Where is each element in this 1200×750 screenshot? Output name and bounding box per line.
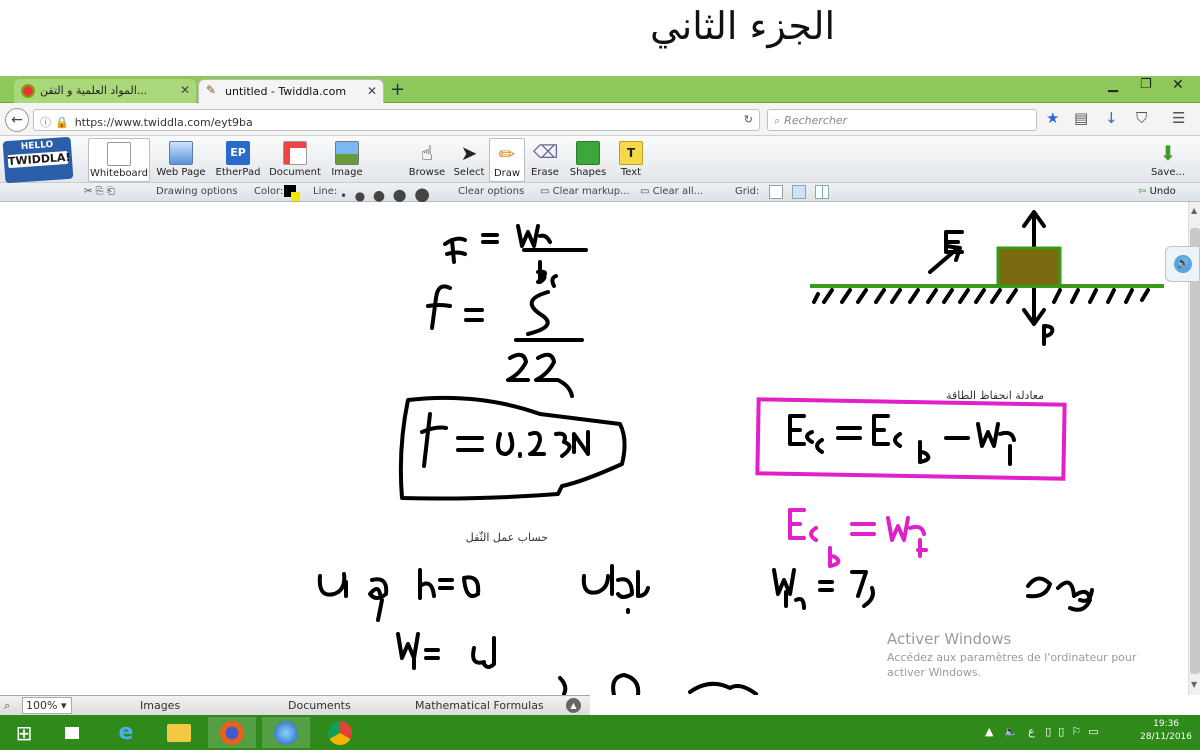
energy-equation-box	[755, 397, 1067, 481]
clock[interactable]: 19:36 28/11/2016	[1140, 718, 1192, 744]
ie-icon[interactable]: e	[102, 717, 150, 748]
block-shape	[996, 246, 1062, 288]
search-input[interactable]: ⌕ Rechercher	[767, 109, 1037, 131]
windows-taskbar: ⊞ e ▲ 🔈 ع ▯ ▯ ⚐ ▭ 19:36 28/11/2016	[0, 715, 1200, 750]
lock-icon: 🔒	[55, 116, 69, 129]
info-icon: ⓘ	[40, 116, 51, 129]
speaker-icon: 🔊	[1174, 255, 1192, 273]
reload-icon[interactable]: ↻	[744, 113, 753, 126]
reading-list-icon[interactable]: ▤	[1074, 109, 1088, 127]
color-label: Color:	[254, 186, 284, 197]
twiddla-logo[interactable]: HELLO TWIDDLA!	[2, 136, 74, 184]
grid-large-option[interactable]	[815, 185, 829, 199]
image-icon	[335, 141, 359, 165]
cursor-icon: ➤	[460, 141, 478, 165]
download-icon[interactable]: ↓	[1105, 109, 1118, 127]
clock-date: 28/11/2016	[1140, 732, 1192, 742]
text-icon: T	[619, 141, 643, 165]
clear-options-label: Clear options	[458, 186, 525, 197]
close-window-button[interactable]: ✕	[1172, 77, 1184, 93]
browser-tab-bar: المواد العلمية و التقن... ✕ ✎ untitled -…	[0, 76, 1200, 103]
url-text: https://www.twiddla.com/eyt9ba	[74, 116, 253, 129]
store-icon[interactable]	[48, 717, 96, 748]
gravity-work-label: حساب عمل الثّقل	[466, 530, 548, 544]
tab-label: المواد العلمية و التقن...	[40, 84, 148, 97]
scroll-down-icon: ▼	[1191, 680, 1198, 689]
clear-markup-button[interactable]: ▭ Clear markup...	[540, 186, 630, 197]
tray-icons[interactable]: ▲ 🔈 ع ▯ ▯ ⚐ ▭	[985, 725, 1099, 738]
tool-text[interactable]: T Text	[603, 138, 659, 182]
eraser-icon: ⌫	[533, 142, 559, 163]
magenta-ink-strokes	[788, 508, 928, 568]
bookmark-star-icon[interactable]: ★	[1046, 109, 1059, 127]
whiteboard-icon	[107, 142, 131, 166]
pencil-icon: ✏	[498, 142, 516, 166]
globe-icon[interactable]	[262, 717, 310, 748]
tab-arabic-site[interactable]: المواد العلمية و التقن... ✕	[14, 79, 196, 103]
top-caption-area: الجزء الثاني	[0, 0, 1200, 76]
tool-web-page[interactable]: Web Page	[153, 138, 209, 182]
save-icon: ⬇	[1159, 141, 1177, 165]
site-favicon-icon	[21, 84, 35, 98]
search-icon: ⌕	[774, 114, 781, 127]
scroll-up-icon: ▲	[1191, 206, 1198, 215]
clear-all-button[interactable]: ▭ Clear all...	[640, 186, 703, 197]
whiteboard-canvas[interactable]: معادلة انحفاظ الطاقة حساب عمل الثّقل	[0, 202, 1188, 695]
webpage-icon	[169, 141, 193, 165]
back-button[interactable]: ←	[5, 108, 29, 132]
tab-label: untitled - Twiddla.com	[225, 85, 347, 98]
new-tab-button[interactable]: +	[390, 79, 405, 100]
tool-save[interactable]: ⬇ Save...	[1140, 138, 1196, 182]
zoom-select[interactable]: 100% ▾	[22, 697, 72, 714]
tab-documents[interactable]: Documents	[288, 699, 351, 712]
handwritten-heading: الجزء الثاني	[650, 4, 836, 48]
undo-icon: ⇦	[1138, 186, 1147, 197]
secondary-color-swatch[interactable]	[291, 192, 300, 201]
grid-label: Grid:	[735, 186, 760, 197]
tab-mathematical-formulas[interactable]: Mathematical Formulas	[415, 699, 544, 712]
document-icon	[283, 141, 307, 165]
tool-etherpad[interactable]: EP EtherPad	[210, 138, 266, 182]
scroll-thumb[interactable]	[1190, 228, 1200, 674]
feather-icon: ✎	[206, 83, 217, 97]
drawing-options-label: Drawing options	[156, 186, 238, 197]
tab-images[interactable]: Images	[140, 699, 180, 712]
energy-equation-ink	[788, 414, 1016, 466]
audio-button[interactable]: 🔊	[1165, 246, 1200, 282]
firefox-icon[interactable]	[208, 717, 256, 748]
restore-button[interactable]: ❐	[1140, 77, 1152, 92]
etherpad-icon: EP	[226, 141, 250, 165]
menu-icon[interactable]: ☰	[1172, 109, 1185, 127]
twiddla-toolbar: HELLO TWIDDLA! Whiteboard Web Page EP Et…	[0, 136, 1200, 184]
grid-none-option[interactable]	[769, 185, 783, 199]
collapse-panel-icon[interactable]: ▲	[566, 698, 581, 713]
tool-document[interactable]: Document	[267, 138, 323, 182]
minimize-button[interactable]: ▁	[1108, 78, 1118, 93]
tool-whiteboard[interactable]: Whiteboard	[88, 138, 150, 182]
clock-time: 19:36	[1153, 719, 1180, 729]
tab-twiddla[interactable]: ✎ untitled - Twiddla.com ✕	[198, 79, 384, 103]
grid-small-option[interactable]	[792, 185, 806, 199]
chrome-icon[interactable]	[316, 717, 364, 748]
navigation-bar: ← ⓘ 🔒 https://www.twiddla.com/eyt9ba ↻ ⌕ Re…	[0, 103, 1200, 136]
edit-icons[interactable]: ✂ ⎘ ⎗	[84, 186, 115, 197]
energy-conservation-label: معادلة انحفاظ الطاقة	[946, 389, 1044, 402]
undo-button[interactable]: ⇦ Undo	[1138, 186, 1176, 197]
explorer-icon[interactable]	[155, 717, 203, 748]
search-placeholder: Rechercher	[784, 114, 848, 127]
activation-watermark: Activer Windows Accédez aux paramètres d…	[887, 630, 1137, 679]
pocket-icon[interactable]: ⛉	[1136, 109, 1147, 127]
url-bar[interactable]: ⓘ 🔒 https://www.twiddla.com/eyt9ba ↻	[33, 109, 760, 131]
bottom-panel-bar: ⌕ 100% ▾ Images Documents Mathematical F…	[0, 695, 590, 715]
shapes-icon	[576, 141, 600, 165]
line-label: Line:	[313, 186, 338, 197]
close-icon[interactable]: ✕	[367, 84, 377, 98]
tool-image[interactable]: Image	[319, 138, 375, 182]
hand-icon: ☝	[420, 141, 434, 165]
windows-start-icon[interactable]: ⊞	[0, 717, 48, 748]
close-icon[interactable]: ✕	[180, 83, 190, 97]
whiteboard-drawing: معادلة انحفاظ الطاقة حساب عمل الثّقل	[317, 210, 1164, 695]
zoom-icon: ⌕	[4, 699, 11, 712]
options-bar: ✂ ⎘ ⎗ Drawing options Color: Line: • ● ●…	[0, 183, 1200, 205]
